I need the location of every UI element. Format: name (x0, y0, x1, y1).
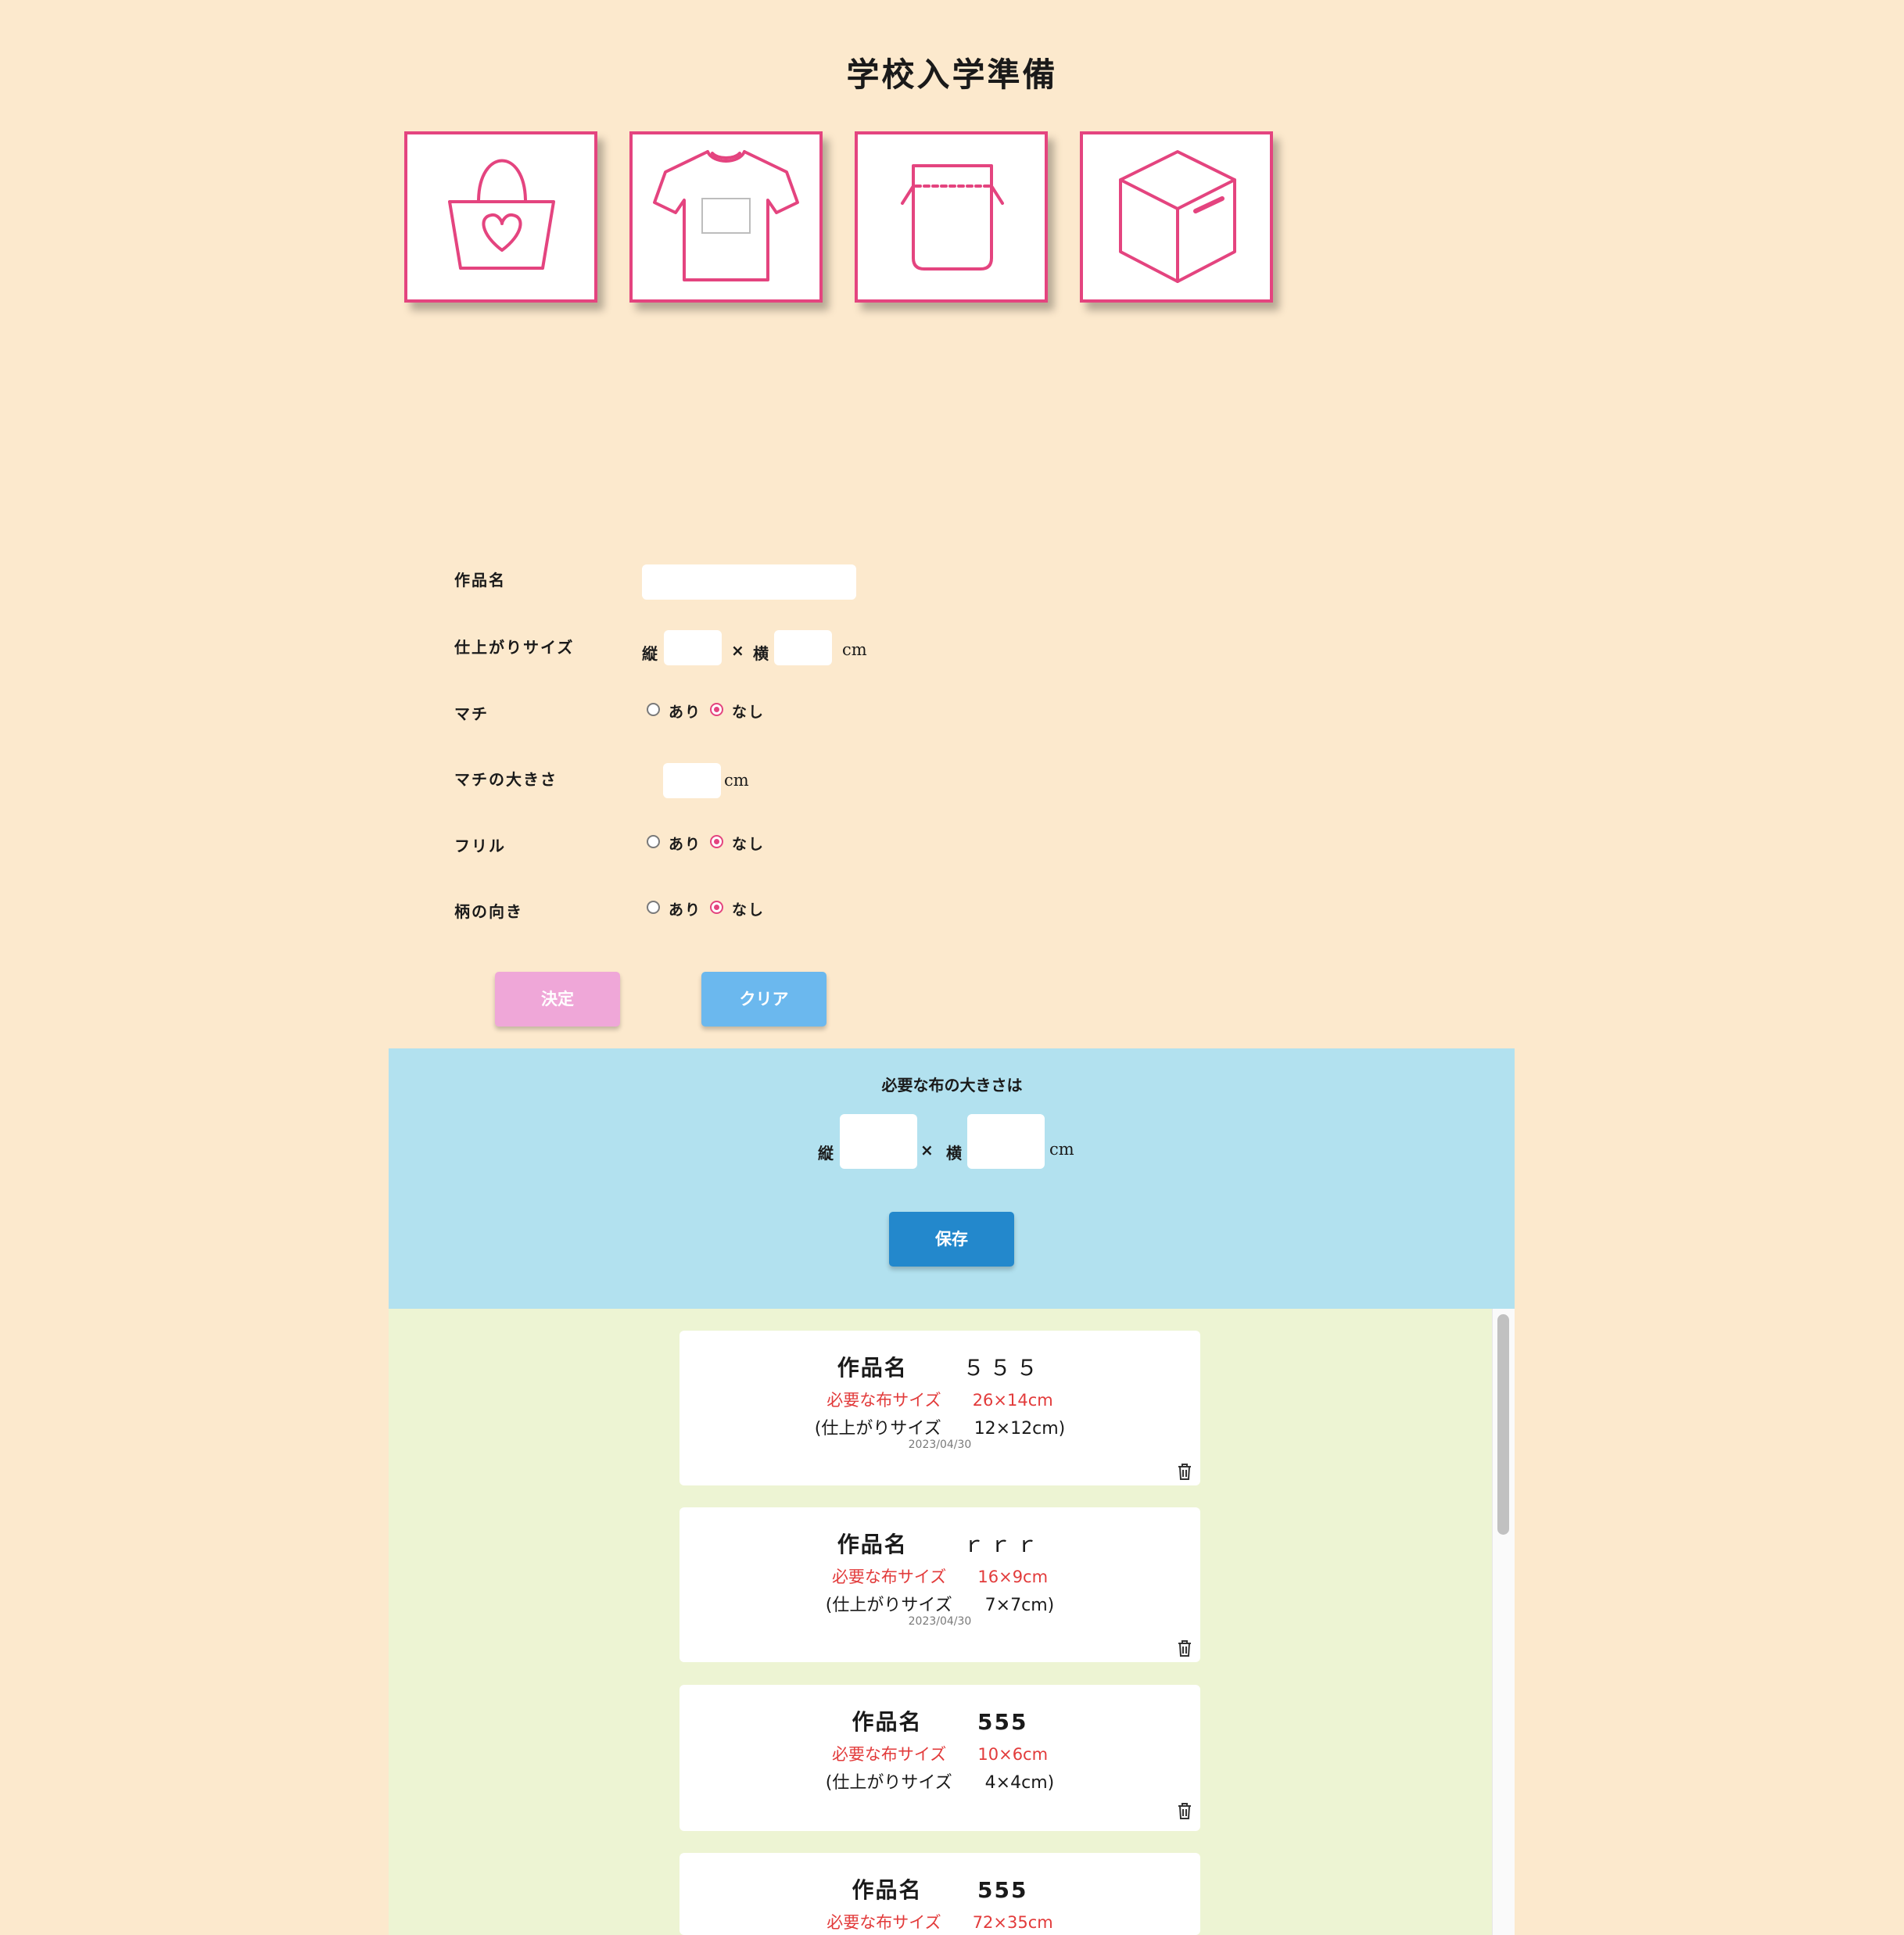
gusset-size-label: マチの大きさ (454, 770, 558, 789)
finished-horizontal-label: 横 (753, 644, 769, 663)
result-vertical-label: 縦 (818, 1144, 834, 1163)
tshirt-icon (653, 150, 799, 281)
record-date: 2023/04/30 (908, 1615, 972, 1628)
trash-icon[interactable] (1176, 1462, 1193, 1481)
record-finish-label: (仕上がりサイズ (825, 1596, 952, 1615)
gusset-size-input[interactable] (663, 763, 721, 798)
clear-button[interactable]: クリア (701, 972, 827, 1027)
record-finish-label: (仕上がりサイズ (825, 1773, 952, 1793)
finished-times-sign: × (731, 641, 744, 660)
record-need-line: 必要な布サイズ 10×6cm (679, 1742, 1200, 1765)
pattern-yes-label[interactable]: あり (669, 898, 701, 919)
record-need-label: 必要な布サイズ (827, 1913, 941, 1932)
bag-icon-tile[interactable] (404, 131, 597, 303)
record-finish-label: (仕上がりサイズ (814, 1419, 941, 1439)
record-name-line: 作品名 ５５５ (679, 1351, 1200, 1382)
trash-icon[interactable] (1176, 1801, 1193, 1820)
page-title: 学校入学準備 (846, 56, 1058, 94)
box-icon (1119, 150, 1236, 283)
record-need-line: 必要な布サイズ 72×35cm (679, 1910, 1200, 1933)
tshirt-icon-tile[interactable] (629, 131, 823, 303)
record-name-value: ｒｒｒ (963, 1532, 1043, 1557)
pattern-no-radio[interactable] (710, 901, 723, 914)
record-name-label: 作品名 (837, 1532, 908, 1557)
result-horizontal-input[interactable] (967, 1114, 1045, 1169)
record-name-label: 作品名 (852, 1877, 923, 1903)
record-name-label: 作品名 (852, 1709, 923, 1735)
work-name-input[interactable] (642, 564, 856, 600)
record-name-value: 555 (977, 1709, 1028, 1735)
record-finish-value: 4×4cm) (984, 1773, 1055, 1793)
work-name-label: 作品名 (454, 571, 506, 589)
scrollbar-thumb[interactable] (1497, 1314, 1509, 1535)
record-need-label: 必要な布サイズ (831, 1568, 947, 1586)
drawstring-pouch-icon (901, 164, 1004, 271)
frill-yes-label[interactable]: あり (669, 833, 701, 854)
result-horizontal-label: 横 (946, 1144, 962, 1163)
record-need-label: 必要な布サイズ (831, 1745, 947, 1764)
bag-icon (448, 159, 555, 270)
record-finish-value: 12×12cm) (974, 1419, 1066, 1439)
frill-no-label[interactable]: なし (732, 833, 765, 854)
gusset-yes-label[interactable]: あり (669, 701, 701, 722)
record-date: 2023/04/30 (908, 1439, 972, 1451)
finished-size-label: 仕上がりサイズ (454, 638, 575, 657)
frill-no-radio[interactable] (710, 835, 723, 848)
result-heading: 必要な布の大きさは (881, 1076, 1023, 1095)
record-name-line: 作品名 555 (679, 1873, 1200, 1905)
record-card: 作品名 555 必要な布サイズ 10×6cm (仕上がりサイズ 4×4cm) (679, 1685, 1200, 1831)
record-need-label: 必要な布サイズ (827, 1391, 941, 1410)
record-name-line: 作品名 555 (679, 1705, 1200, 1736)
finished-horizontal-input[interactable] (774, 630, 832, 665)
record-need-value: 26×14cm (972, 1391, 1053, 1410)
pattern-direction-label: 柄の向き (454, 902, 523, 921)
record-card: 作品名 ５５５ 必要な布サイズ 26×14cm (仕上がりサイズ 12×12cm… (679, 1331, 1200, 1485)
record-name-value: 555 (977, 1877, 1028, 1903)
frill-yes-radio[interactable] (647, 835, 660, 848)
result-times-sign: × (920, 1141, 934, 1159)
finished-size-unit: cm (842, 640, 867, 659)
decide-button[interactable]: 決定 (495, 972, 620, 1027)
record-finish-line: (仕上がりサイズ 12×12cm) (679, 1414, 1200, 1439)
record-finish-line: (仕上がりサイズ 4×4cm) (679, 1768, 1200, 1793)
finished-vertical-input[interactable] (664, 630, 722, 665)
record-name-value: ５５５ (963, 1355, 1043, 1381)
record-card: 作品名 ｒｒｒ 必要な布サイズ 16×9cm (仕上がりサイズ 7×7cm) 2… (679, 1507, 1200, 1662)
record-need-line: 必要な布サイズ 16×9cm (679, 1564, 1200, 1588)
record-need-value: 10×6cm (977, 1745, 1049, 1764)
record-need-line: 必要な布サイズ 26×14cm (679, 1388, 1200, 1411)
pattern-yes-radio[interactable] (647, 901, 660, 914)
drawstring-pouch-icon-tile[interactable] (855, 131, 1048, 303)
record-name-label: 作品名 (837, 1355, 908, 1381)
box-icon-tile[interactable] (1080, 131, 1273, 303)
finished-vertical-label: 縦 (642, 644, 658, 663)
gusset-no-radio[interactable] (710, 703, 723, 716)
pattern-no-label[interactable]: なし (732, 898, 765, 919)
page: 学校入学準備 作品名 仕上がりサイズ 縦 × 横 cm マチ あり なし マチの… (0, 0, 1904, 1935)
record-need-value: 72×35cm (972, 1913, 1053, 1932)
gusset-yes-radio[interactable] (647, 703, 660, 716)
result-vertical-input[interactable] (840, 1114, 917, 1169)
record-finish-value: 7×7cm) (984, 1596, 1055, 1615)
record-finish-line: (仕上がりサイズ 7×7cm) (679, 1591, 1200, 1616)
gusset-no-label[interactable]: なし (732, 701, 765, 722)
gusset-label: マチ (454, 704, 489, 723)
record-need-value: 16×9cm (977, 1568, 1049, 1586)
save-button[interactable]: 保存 (889, 1212, 1014, 1267)
result-unit: cm (1049, 1140, 1074, 1159)
gusset-size-unit: cm (724, 771, 749, 790)
record-name-line: 作品名 ｒｒｒ (679, 1528, 1200, 1559)
frill-label: フリル (454, 837, 506, 855)
record-card: 作品名 555 必要な布サイズ 72×35cm (679, 1853, 1200, 1935)
trash-icon[interactable] (1176, 1639, 1193, 1657)
